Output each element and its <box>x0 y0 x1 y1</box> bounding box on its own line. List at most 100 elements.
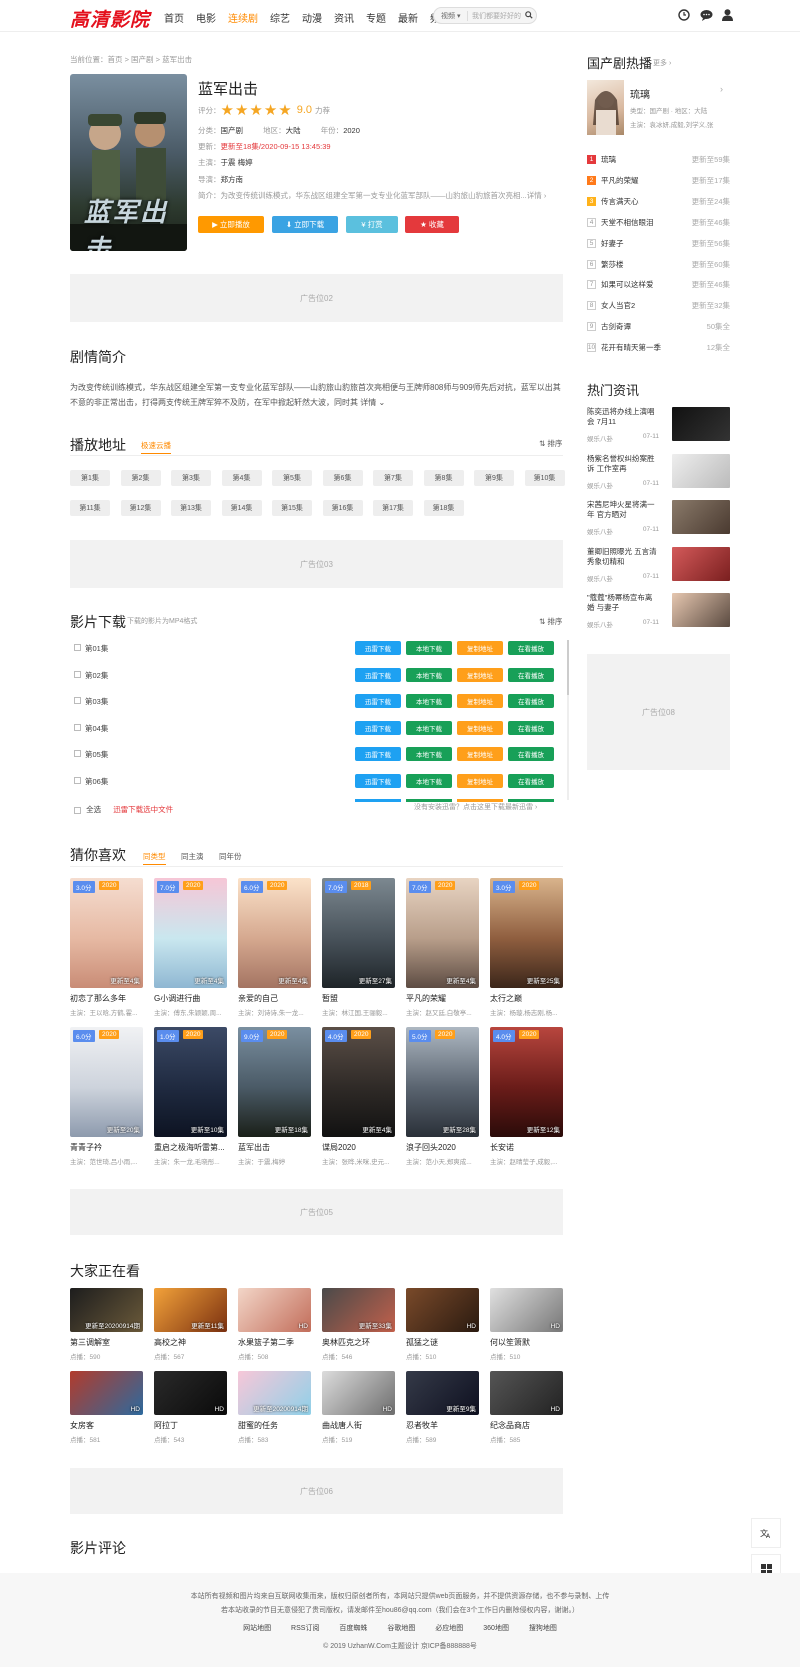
hot-rank-item[interactable]: 7 如果可以这样爱 更新至46集 <box>587 278 730 294</box>
nav-news[interactable]: 资讯 <box>334 10 354 25</box>
local-download-button[interactable]: 本地下载 <box>406 694 452 708</box>
watching-card-thumb[interactable]: HD <box>490 1288 563 1332</box>
director-value[interactable]: 郑方南 <box>221 175 244 184</box>
watching-card-title[interactable]: 水果篮子第二季 <box>238 1337 311 1348</box>
user-icon[interactable] <box>722 9 734 21</box>
watching-card-thumb[interactable]: HD <box>322 1371 395 1415</box>
movie-poster[interactable]: 蓝军出击 <box>70 74 187 251</box>
play-now-button[interactable]: ▶ 立即播放 <box>198 216 264 233</box>
rank-title[interactable]: 繁莎楼 <box>601 259 624 270</box>
watching-card-title[interactable]: 甜蜜的任务 <box>238 1420 311 1431</box>
download-checkbox[interactable] <box>74 644 81 651</box>
rank-title[interactable]: 传言满天心 <box>601 196 639 207</box>
watching-card-thumb[interactable]: HD <box>490 1371 563 1415</box>
play-sort-button[interactable]: ⇅ 排序 <box>539 438 562 449</box>
movie-card-title[interactable]: 平凡的荣耀 <box>406 993 479 1004</box>
movie-card-title[interactable]: 重启之极海听雷第... <box>154 1142 227 1153</box>
movie-card-poster[interactable]: 9.0分 2020 更新至18集 <box>238 1027 311 1137</box>
movie-card[interactable]: 9.0分 2020 更新至18集 蓝军出击 主演：于震,梅婷 <box>238 1027 311 1166</box>
local-download-button[interactable]: 本地下载 <box>406 747 452 761</box>
watching-card-thumb[interactable]: HD <box>154 1371 227 1415</box>
movie-card-title[interactable]: 谍局2020 <box>322 1142 395 1153</box>
tip-button[interactable]: ¥ 打赏 <box>346 216 398 233</box>
movie-card-poster[interactable]: 5.0分 2020 更新至28集 <box>406 1027 479 1137</box>
watching-card[interactable]: HD 何以笙箫默 点播：510 <box>490 1288 563 1361</box>
episode-button[interactable]: 第16集 <box>322 500 363 516</box>
watching-card-title[interactable]: 孤猛之谜 <box>406 1337 479 1348</box>
movie-card[interactable]: 3.0分 2020 更新至4集 初恋了那么多年 主演：王以晗,方鹤,霍... <box>70 878 143 1017</box>
watching-card-title[interactable]: 高校之神 <box>154 1337 227 1348</box>
rank-title[interactable]: 如果可以这样爱 <box>601 279 654 290</box>
watching-card-thumb[interactable]: HD <box>70 1371 143 1415</box>
movie-card[interactable]: 4.0分 2020 更新至12集 长安诺 主演：赵晴莹子,成毅,... <box>490 1027 563 1166</box>
episode-button[interactable]: 第10集 <box>524 470 565 486</box>
watch-play-button[interactable]: 在看播放 <box>508 773 554 788</box>
news-thumbnail[interactable] <box>672 546 730 581</box>
watching-card-title[interactable]: 女房客 <box>70 1420 143 1431</box>
copy-link-button[interactable]: 复制地址 <box>457 641 503 655</box>
rank-title[interactable]: 平凡的荣耀 <box>601 175 639 186</box>
episode-button[interactable]: 第12集 <box>120 500 161 516</box>
watching-card[interactable]: HD 水果篮子第二季 点播：508 <box>238 1288 311 1361</box>
movie-card[interactable]: 6.0分 2020 更新至4集 亲爱的自己 主演：刘诗诗,朱一龙... <box>238 878 311 1017</box>
watching-card-thumb[interactable]: 更新至20200914期 <box>70 1288 143 1332</box>
movie-card[interactable]: 7.0分 2020 更新至4集 平凡的荣耀 主演：赵又廷,白敬亭... <box>406 878 479 1017</box>
local-download-button[interactable]: 本地下载 <box>406 641 452 655</box>
ad-slot-05[interactable]: 广告位05 <box>70 1189 563 1235</box>
ad-slot-03[interactable]: 广告位03 <box>70 540 563 588</box>
hot-rank-item[interactable]: 6 繁莎楼 更新至60集 <box>587 258 730 274</box>
news-title[interactable]: 杨紫名誉权纠纷案胜诉 工作室再 <box>587 454 659 474</box>
ad-slot-02[interactable]: 广告位02 <box>70 274 563 322</box>
search-input[interactable]: 我们都要好好的 <box>468 11 522 21</box>
episode-button[interactable]: 第4集 <box>221 470 262 486</box>
movie-card[interactable]: 4.0分 2020 更新至4集 谍局2020 主演：张晔,米咪,史元... <box>322 1027 395 1166</box>
chevron-right-icon[interactable]: › <box>720 84 723 94</box>
batch-download-link[interactable]: 迅雷下载选中文件 <box>113 805 173 814</box>
watching-card-title[interactable]: 阿拉丁 <box>154 1420 227 1431</box>
footer-link[interactable]: 谷歌地图 <box>387 1625 415 1632</box>
movie-card-title[interactable]: 初恋了那么多年 <box>70 993 143 1004</box>
site-logo[interactable]: 高清影院 <box>70 5 150 32</box>
download-checkbox[interactable] <box>74 776 81 784</box>
news-item[interactable]: 宋茜尼坤火星将满一年 官方晒对 娱乐八卦 07-11 <box>587 500 730 536</box>
episode-button[interactable]: 第13集 <box>171 500 211 516</box>
movie-card-poster[interactable]: 7.0分 2018 更新至27集 <box>322 878 395 988</box>
install-xunlei-note[interactable]: 没有安装迅雷？点击这里下载最新迅雷 › <box>414 802 537 812</box>
episode-button[interactable]: 第6集 <box>322 470 363 486</box>
xunlei-download-button[interactable]: 迅雷下载 <box>355 773 401 788</box>
guess-tab-year[interactable]: 同年份 <box>219 851 242 862</box>
movie-card-title[interactable]: 浪子回头2020 <box>406 1142 479 1153</box>
watching-card-thumb[interactable]: 更新至33集 <box>322 1288 395 1332</box>
ad-slot-06[interactable]: 广告位06 <box>70 1468 563 1514</box>
footer-link[interactable]: 百度蜘蛛 <box>339 1625 367 1632</box>
watch-play-button[interactable]: 在看播放 <box>508 667 554 682</box>
copy-link-button[interactable]: 复制地址 <box>457 773 503 788</box>
news-item[interactable]: 杨紫名誉权纠纷案胜诉 工作室再 娱乐八卦 07-11 <box>587 453 730 490</box>
category-value[interactable]: 国产剧 <box>221 126 244 135</box>
footer-link[interactable]: 360地图 <box>483 1625 509 1632</box>
intro-value[interactable]: 为改变传统训练模式，华东战区组建全军第一支专业化蓝军部队——山豹旅山豹旅首次亮相… <box>221 191 547 200</box>
watching-card-thumb[interactable]: 更新至11集 <box>154 1288 227 1332</box>
download-scrollbar[interactable] <box>567 640 569 800</box>
movie-card[interactable]: 7.0分 2018 更新至27集 暂盟 主演：林江国,王骊毅... <box>322 878 395 1017</box>
news-item[interactable]: 董卿旧照曝光 五言清秀象切精和 娱乐八卦 07-11 <box>587 546 730 583</box>
rank-title[interactable]: 女人当官2 <box>601 300 635 311</box>
movie-card-title[interactable]: 长安诺 <box>490 1142 563 1153</box>
news-thumbnail[interactable] <box>672 453 730 488</box>
footer-link[interactable]: 网站地图 <box>243 1625 271 1632</box>
featured-poster[interactable] <box>587 80 624 135</box>
translate-icon[interactable]: 文A <box>751 1518 781 1548</box>
rank-title[interactable]: 好妻子 <box>601 238 624 249</box>
movie-card[interactable]: 3.0分 2020 更新至25集 太行之巅 主演：杨璇,杨志刚,杨... <box>490 878 563 1017</box>
episode-button[interactable]: 第7集 <box>373 470 413 486</box>
guess-tab-cast[interactable]: 同主演 <box>181 851 204 862</box>
xunlei-download-button[interactable]: 迅雷下载 <box>355 667 401 682</box>
watching-card[interactable]: 更新至9集 忍者牧羊 点播：589 <box>406 1371 479 1444</box>
rank-title[interactable]: 天堂不相信眼泪 <box>601 217 654 228</box>
footer-link[interactable]: RSS订阅 <box>291 1625 319 1632</box>
watching-card-title[interactable]: 奥林匹克之环 <box>322 1337 395 1348</box>
scrollbar-thumb[interactable] <box>567 640 569 695</box>
watching-card-thumb[interactable]: 更新至9集 <box>406 1371 479 1415</box>
news-item[interactable]: "蔻蔻"杨幂杨宣布离婚 与妻子 娱乐八卦 07-11 <box>587 593 730 629</box>
featured-name[interactable]: 琉璃 <box>630 86 650 101</box>
